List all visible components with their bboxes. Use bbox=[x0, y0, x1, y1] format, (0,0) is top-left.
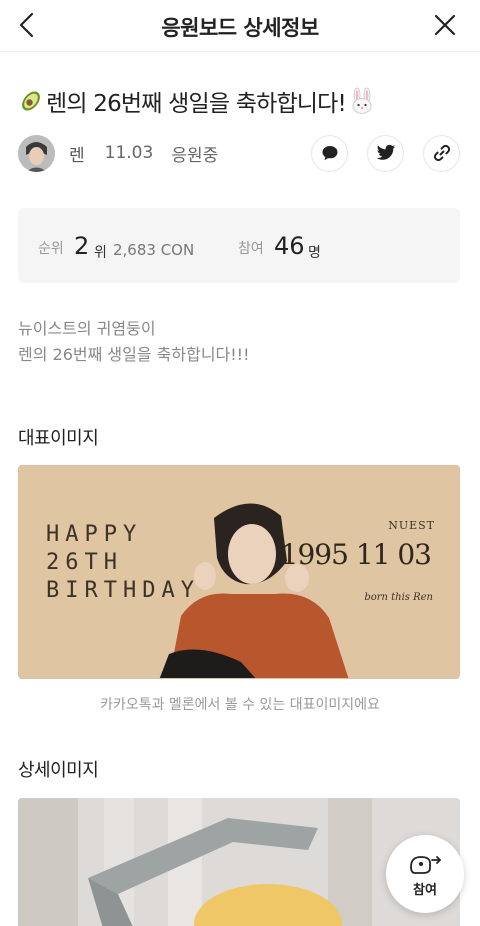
banner-text: HAPPY 26TH BIRTHDAY bbox=[46, 521, 200, 605]
page-title: 응원보드 상세정보 bbox=[161, 16, 319, 40]
board-date: 11.03 bbox=[104, 143, 154, 163]
banner-line: BIRTHDAY bbox=[46, 578, 200, 603]
participate-button[interactable]: 참여 bbox=[386, 835, 464, 913]
avocado-icon bbox=[22, 91, 40, 111]
board-description: 뉴이스트의 귀염둥이 렌의 26번째 생일을 축하합니다!!! bbox=[18, 316, 458, 368]
participate-label: 참여 bbox=[413, 882, 437, 898]
avatar-image bbox=[18, 134, 55, 172]
board-status: 응원중 bbox=[171, 145, 219, 166]
cheer-hand-icon bbox=[410, 855, 441, 874]
representative-caption: 카카오톡과 멜론에서 볼 수 있는 대표이미지에요 bbox=[100, 697, 380, 713]
description-line: 뉴이스트의 귀염둥이 bbox=[18, 319, 156, 338]
banner-tagline: born this Ren bbox=[364, 592, 433, 603]
participants-unit: 명 bbox=[308, 245, 321, 261]
chat-bubble-icon bbox=[322, 146, 337, 161]
board-meta: 렌 11.03 응원중 bbox=[18, 134, 460, 172]
board-title: 렌의 26번째 생일을 축하합니다! bbox=[18, 85, 376, 117]
con-value: 2,683 CON bbox=[113, 241, 195, 259]
banner-date: 1995 11 03 bbox=[280, 538, 432, 571]
artist-name[interactable]: 렌 bbox=[69, 141, 85, 166]
representative-image[interactable]: HAPPY 26TH BIRTHDAY NUEST 1995 11 03 bor… bbox=[18, 465, 460, 679]
top-header: 응원보드 상세정보 bbox=[0, 0, 480, 52]
banner-line: 26TH bbox=[46, 550, 123, 575]
twitter-icon bbox=[376, 144, 395, 160]
rabbit-face-icon bbox=[352, 87, 372, 114]
detail-section-title: 상세이미지 bbox=[18, 760, 99, 781]
rank-value: 2 bbox=[74, 232, 90, 260]
banner-line: HAPPY bbox=[46, 522, 143, 547]
avatar[interactable] bbox=[18, 134, 55, 172]
representative-section-title: 대표이미지 bbox=[18, 428, 99, 449]
twitter-share-button[interactable] bbox=[367, 134, 404, 172]
share-actions bbox=[311, 134, 460, 172]
stats-card: 순위 2 위 2,683 CON 참여 46 명 bbox=[18, 208, 460, 283]
banner-group: NUEST bbox=[388, 519, 435, 532]
copy-link-button[interactable] bbox=[423, 134, 460, 172]
link-icon bbox=[433, 144, 450, 162]
participants-label: 참여 bbox=[238, 241, 264, 257]
page: 응원보드 상세정보 렌의 26번째 생일을 축하합니다! 렌 11.03 응원중… bbox=[0, 0, 480, 926]
participants-value: 46 bbox=[274, 232, 305, 260]
close-icon bbox=[434, 14, 456, 36]
rank-unit: 위 bbox=[94, 245, 107, 261]
comment-button[interactable] bbox=[311, 134, 348, 172]
description-line: 렌의 26번째 생일을 축하합니다!!! bbox=[18, 345, 250, 364]
close-button[interactable] bbox=[428, 8, 462, 42]
rank-label: 순위 bbox=[38, 241, 64, 257]
board-title-text: 렌의 26번째 생일을 축하합니다! bbox=[46, 91, 347, 117]
